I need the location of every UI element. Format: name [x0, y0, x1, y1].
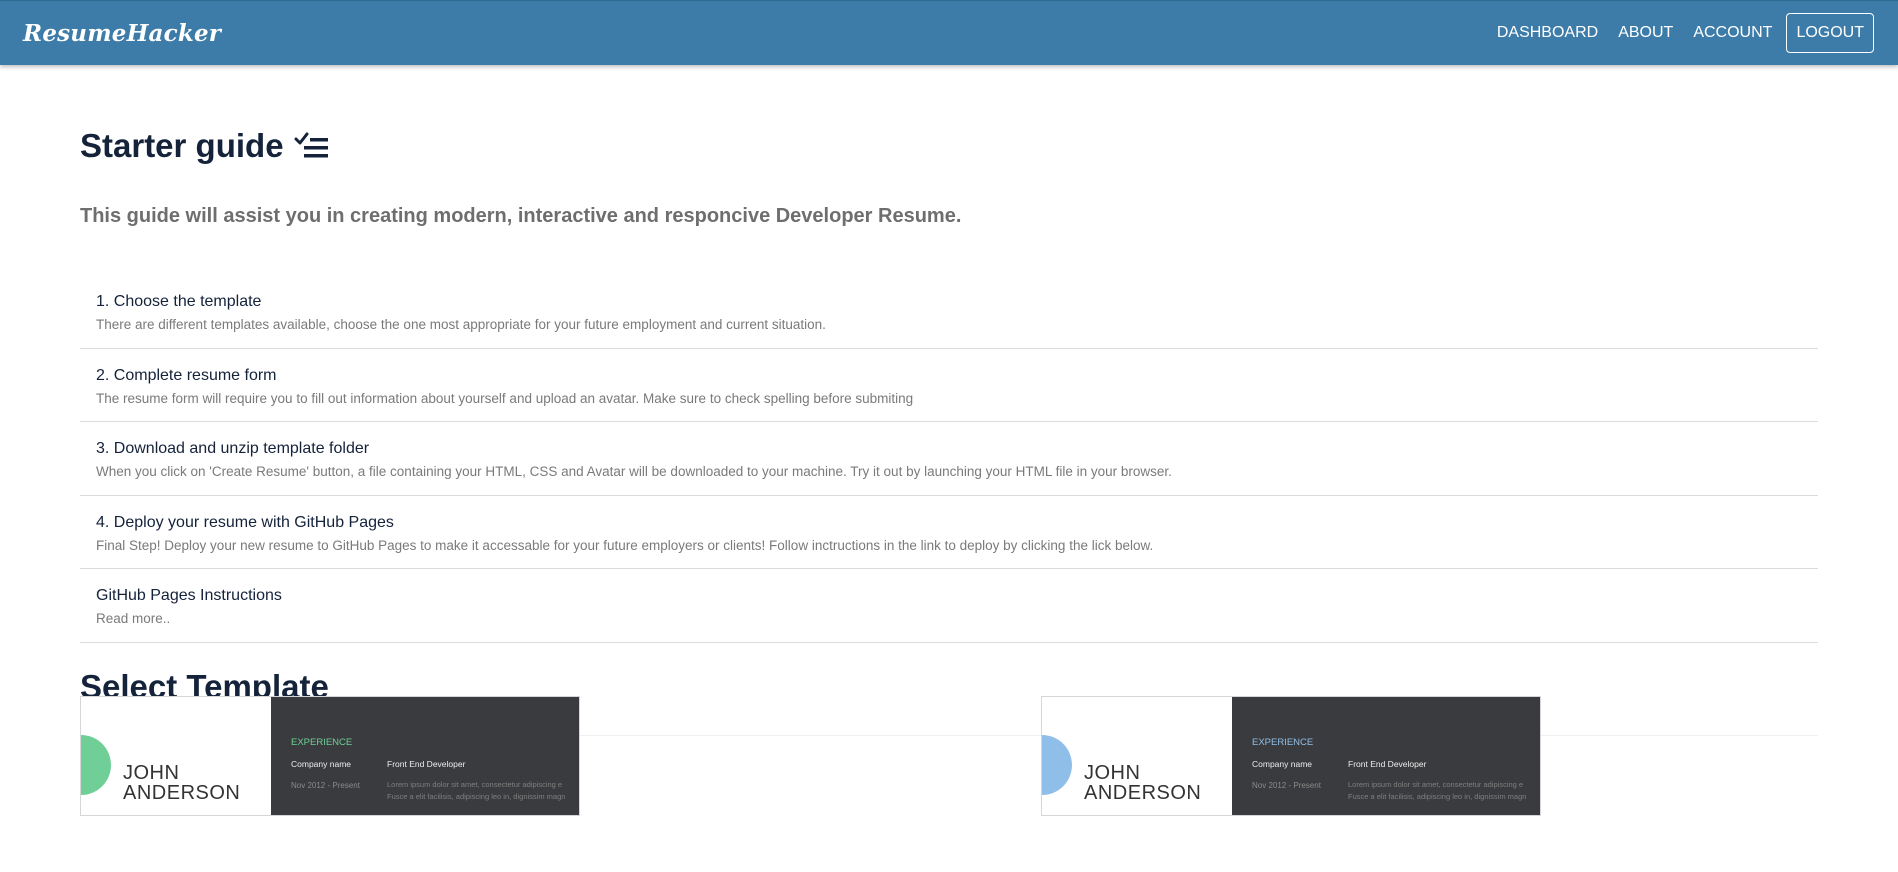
avatar-circle: [1042, 735, 1072, 795]
template-lorem-line: Fusce a elit facilisis, adipiscing leo i…: [387, 792, 566, 801]
template-preview-left: JOHN ANDERSON: [1042, 697, 1232, 815]
step-title: 2. Complete resume form: [96, 366, 277, 384]
nav-about-link[interactable]: ABOUT: [1618, 24, 1673, 42]
template-preview-name: JOHN ANDERSON: [1084, 763, 1201, 803]
step-description: Final Step! Deploy your new resume to Gi…: [96, 537, 1154, 553]
template-section-heading: EXPERIENCE: [1252, 737, 1314, 748]
step-title: 4. Deploy your resume with GitHub Pages: [96, 513, 394, 531]
read-more-link[interactable]: Read more..: [96, 611, 1818, 626]
template-preview-right: EXPERIENCE Company name Front End Develo…: [271, 697, 579, 815]
list-item-step-1: 1. Choose the template There are differe…: [80, 275, 1818, 349]
template-role: Front End Developer: [1348, 759, 1427, 769]
template-company: Company name: [1252, 759, 1313, 769]
list-item-step-2: 2. Complete resume form The resume form …: [80, 349, 1818, 422]
template-lorem-line: Lorem ipsum dolor sit amet, consectetur …: [387, 780, 563, 789]
step-title: 1. Choose the template: [96, 293, 262, 310]
list-item-step-4: 4. Deploy your resume with GitHub Pages …: [80, 496, 1818, 569]
template-first-name: JOHN: [1084, 762, 1141, 784]
template-card-blue[interactable]: JOHN ANDERSON EXPERIENCE Company name Fr…: [1041, 696, 1541, 816]
avatar-circle: [81, 735, 111, 795]
template-company: Company name: [291, 759, 352, 769]
template-lorem-line: Fusce a elit facilisis, adipiscing leo i…: [1348, 792, 1527, 801]
step-description: There are different templates available,…: [96, 317, 826, 332]
guide-steps-list: 1. Choose the template There are differe…: [80, 275, 1818, 643]
template-role: Front End Developer: [387, 759, 466, 769]
top-navbar: ResumeHacker DASHBOARD ABOUT ACCOUNT LOG…: [0, 0, 1898, 65]
nav-dashboard-link[interactable]: DASHBOARD: [1497, 24, 1598, 42]
template-preview-name: JOHN ANDERSON: [123, 763, 240, 803]
nav-links: DASHBOARD ABOUT ACCOUNT LOGOUT: [1477, 13, 1874, 53]
guide-lead-text: This guide will assist you in creating m…: [80, 205, 962, 227]
template-first-name: JOHN: [123, 762, 180, 784]
template-date: Nov 2012 - Present: [291, 781, 360, 790]
step-title: 3. Download and unzip template folder: [96, 440, 370, 457]
starter-guide-heading: Starter guide: [80, 127, 332, 165]
template-lorem-line: Lorem ipsum dolor sit amet, consectetur …: [1348, 780, 1524, 789]
template-preview-right: EXPERIENCE Company name Front End Develo…: [1232, 697, 1540, 815]
template-last-name: ANDERSON: [123, 782, 241, 804]
template-last-name: ANDERSON: [1084, 782, 1202, 804]
template-section-heading: EXPERIENCE: [291, 737, 353, 748]
list-item-step-3: 3. Download and unzip template folder Wh…: [80, 422, 1818, 496]
brand-logo[interactable]: ResumeHacker: [23, 20, 221, 47]
nav-account-link[interactable]: ACCOUNT: [1693, 24, 1772, 42]
list-item-github-pages: GitHub Pages Instructions Read more..: [80, 569, 1818, 643]
github-pages-title: GitHub Pages Instructions: [96, 587, 282, 604]
checklist-icon: [294, 132, 328, 158]
template-preview-left: JOHN ANDERSON: [81, 697, 271, 815]
template-card-green[interactable]: JOHN ANDERSON EXPERIENCE Company name Fr…: [80, 696, 580, 816]
logout-button[interactable]: LOGOUT: [1786, 13, 1874, 53]
step-description: When you click on 'Create Resume' button…: [96, 464, 1172, 479]
starter-guide-title: Starter guide: [80, 127, 284, 164]
step-description: The resume form will require you to fill…: [96, 390, 914, 406]
template-date: Nov 2012 - Present: [1252, 781, 1321, 790]
